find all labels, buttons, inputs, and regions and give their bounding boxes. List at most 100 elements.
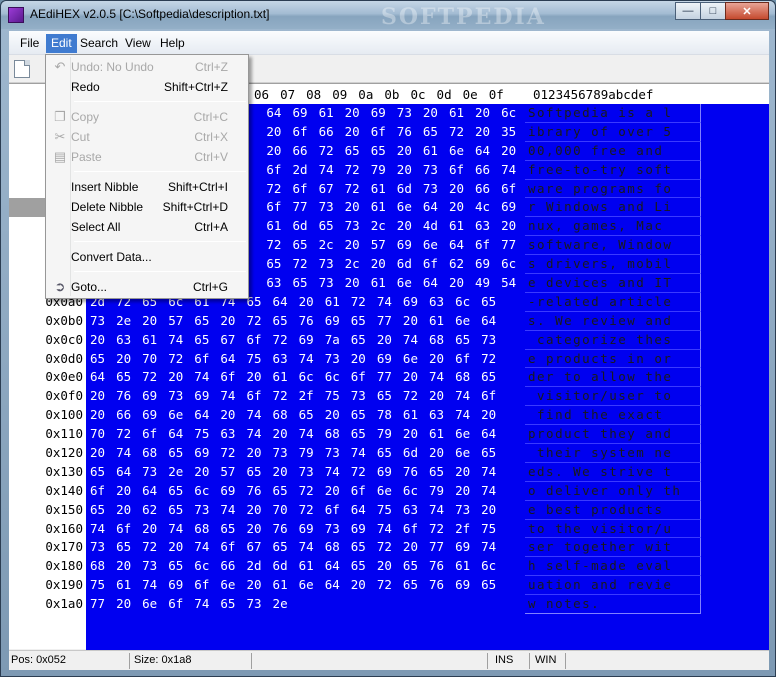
row-ascii[interactable]: Softpedia is a l <box>525 104 701 123</box>
row-ascii[interactable]: o deliver only th <box>525 481 701 501</box>
hex-row[interactable]: 0x110 70 72 6f 64 75 63 74 20 74 68 65 79… <box>9 425 769 445</box>
row-ascii[interactable]: product they and <box>525 425 701 445</box>
menu-item-cut[interactable]: ✂ Cut Ctrl+X <box>48 127 246 147</box>
menu-view[interactable]: View <box>120 34 156 53</box>
row-ascii[interactable]: their system ne <box>525 444 701 463</box>
hex-row[interactable]: 0x100 20 66 69 6e 64 20 74 68 65 20 65 78… <box>9 406 769 426</box>
ascii-column-header: 0123456789abcdef <box>533 87 654 102</box>
row-ascii[interactable]: -related article <box>525 292 701 312</box>
row-offset: 0x140 <box>45 482 83 498</box>
row-ascii[interactable]: r Windows and Li <box>525 198 701 218</box>
row-hex-bytes[interactable]: 77 20 6e 6f 74 65 73 2e <box>90 595 288 614</box>
hex-row[interactable]: 0x120 20 74 68 65 69 72 20 73 79 73 74 65… <box>9 444 769 463</box>
row-hex-bytes[interactable]: 20 74 68 65 69 72 20 73 79 73 74 65 6d 2… <box>90 444 496 463</box>
menu-item-convert-data[interactable]: Convert Data... <box>48 247 246 267</box>
hex-row[interactable]: 0x140 6f 20 64 65 6c 69 76 65 72 20 6f 6e… <box>9 481 769 501</box>
row-offset: 0x1a0 <box>45 596 83 612</box>
row-hex-bytes[interactable]: 65 20 62 65 73 74 20 70 72 6f 64 75 63 7… <box>90 501 496 520</box>
menu-item-shortcut: Shift+Ctrl+D <box>162 200 228 214</box>
new-file-icon[interactable] <box>14 60 30 78</box>
menu-item-goto[interactable]: ➲ Goto... Ctrl+G <box>48 277 246 297</box>
row-ascii[interactable]: software, Window <box>525 236 701 256</box>
hex-row[interactable]: 0x180 68 20 73 65 6c 66 2d 6d 61 64 65 20… <box>9 557 769 577</box>
menu-item-shortcut: Ctrl+C <box>193 110 228 124</box>
hex-row[interactable]: 0x170 73 65 72 20 74 6f 67 65 74 68 65 72… <box>9 538 769 558</box>
hex-row[interactable]: 0x0f0 20 76 69 73 69 74 6f 72 2f 75 73 65… <box>9 387 769 407</box>
row-ascii[interactable]: h self-made eval <box>525 557 701 577</box>
hex-row[interactable]: 0x0b0 73 2e 20 57 65 20 72 65 76 69 65 77… <box>9 311 769 331</box>
menu-item-label: Paste <box>71 150 102 164</box>
row-ascii[interactable]: to the visitor/u <box>525 519 701 539</box>
hex-row[interactable]: 0x1a0 77 20 6e 6f 74 65 73 2e w notes. <box>9 595 769 615</box>
menu-item-label: Cut <box>71 130 90 144</box>
menu-file[interactable]: File <box>15 34 44 53</box>
copy-icon: ❐ <box>54 109 66 124</box>
row-offset: 0x130 <box>45 463 83 479</box>
row-ascii[interactable]: e best products <box>525 500 701 520</box>
hex-row[interactable]: 0x190 75 61 74 69 6f 6e 20 61 6e 64 20 72… <box>9 576 769 596</box>
menu-item-undo[interactable]: ↶ Undo: No Undo Ctrl+Z <box>48 57 246 77</box>
close-button[interactable]: ✕ <box>725 2 769 20</box>
hex-row[interactable]: 0x0d0 65 20 70 72 6f 64 75 63 74 73 20 69… <box>9 349 769 369</box>
row-ascii[interactable]: nux, games, Mac <box>525 217 701 237</box>
menu-item-copy[interactable]: ❐ Copy Ctrl+C <box>48 107 246 127</box>
menu-item-select-all[interactable]: Select All Ctrl+A <box>48 217 246 237</box>
row-offset: 0x0f0 <box>45 388 83 404</box>
row-hex-bytes[interactable]: 75 61 74 69 6f 6e 20 61 6e 64 20 72 65 7… <box>90 576 496 595</box>
hex-row[interactable]: 0x0e0 64 65 72 20 74 6f 20 61 6c 6c 6f 77… <box>9 368 769 388</box>
hex-row[interactable]: 0x0c0 20 63 61 74 65 67 6f 72 69 7a 65 20… <box>9 330 769 350</box>
menu-edit[interactable]: Edit <box>46 34 77 53</box>
row-ascii[interactable]: uation and revie <box>525 576 701 596</box>
row-ascii[interactable]: free-to-try soft <box>525 160 701 180</box>
row-hex-bytes[interactable]: 6f 20 64 65 6c 69 76 65 72 20 6f 6e 6c 7… <box>90 482 496 501</box>
app-icon[interactable] <box>8 7 24 23</box>
hex-row[interactable]: 0x160 74 6f 20 74 68 65 20 76 69 73 69 74… <box>9 519 769 539</box>
title-bar[interactable]: AEdiHEX v2.0.5 [C:\Softpedia\description… <box>1 1 775 30</box>
row-hex-bytes[interactable]: 65 20 70 72 6f 64 75 63 74 73 20 69 6e 2… <box>90 350 496 369</box>
menu-item-paste[interactable]: ▤ Paste Ctrl+V <box>48 147 246 167</box>
cut-icon: ✂ <box>54 129 66 144</box>
hex-row[interactable]: 0x150 65 20 62 65 73 74 20 70 72 6f 64 75… <box>9 500 769 520</box>
row-hex-bytes[interactable]: 68 20 73 65 6c 66 2d 6d 61 64 65 20 65 7… <box>90 557 496 576</box>
row-ascii[interactable]: der to allow the <box>525 368 701 388</box>
row-hex-bytes[interactable]: 74 6f 20 74 68 65 20 76 69 73 69 74 6f 7… <box>90 520 496 539</box>
row-hex-bytes[interactable]: 73 65 72 20 74 6f 67 65 74 68 65 72 20 7… <box>90 538 496 557</box>
menu-search[interactable]: Search <box>75 34 123 53</box>
minimize-button[interactable]: — <box>675 2 701 20</box>
row-ascii[interactable]: w notes. <box>525 595 701 615</box>
row-ascii[interactable]: visitor/user to <box>525 387 701 407</box>
hex-row[interactable]: 0x130 65 64 73 2e 20 57 65 20 73 74 72 69… <box>9 462 769 482</box>
menu-item-label: Redo <box>71 80 100 94</box>
row-hex-bytes[interactable]: 20 66 69 6e 64 20 74 68 65 20 65 78 61 6… <box>90 406 496 425</box>
menu-item-delete-nibble[interactable]: Delete Nibble Shift+Ctrl+D <box>48 197 246 217</box>
row-ascii[interactable]: ser together wit <box>525 538 701 558</box>
menu-item-label: Delete Nibble <box>71 200 144 214</box>
row-ascii[interactable]: categorize thes <box>525 330 701 350</box>
row-offset: 0x0e0 <box>45 369 83 385</box>
row-ascii[interactable]: e devices and IT <box>525 274 701 293</box>
row-hex-bytes[interactable]: 73 2e 20 57 65 20 72 65 76 69 65 77 20 6… <box>90 312 496 331</box>
menu-item-shortcut: Ctrl+X <box>194 130 228 144</box>
row-ascii[interactable]: s. We review and <box>525 311 701 331</box>
menu-help[interactable]: Help <box>155 34 190 53</box>
row-hex-bytes[interactable]: 70 72 6f 64 75 63 74 20 74 68 65 79 20 6… <box>90 425 496 444</box>
row-ascii[interactable]: 00,000 free and <box>525 141 701 161</box>
menu-item-label: Goto... <box>71 280 108 294</box>
row-hex-bytes[interactable]: 20 76 69 73 69 74 6f 72 2f 75 73 65 72 2… <box>90 387 496 406</box>
row-ascii[interactable]: find the exact <box>525 406 701 426</box>
maximize-button[interactable]: □ <box>700 2 726 20</box>
row-ascii[interactable]: ibrary of over 5 <box>525 122 701 142</box>
row-offset: 0x150 <box>45 501 83 517</box>
row-hex-bytes[interactable]: 65 64 73 2e 20 57 65 20 73 74 72 69 76 6… <box>90 463 496 482</box>
row-ascii[interactable]: e products in or <box>525 349 701 369</box>
menu-item-insert-nibble[interactable]: Insert Nibble Shift+Ctrl+I <box>48 177 246 197</box>
row-ascii[interactable]: eds. We strive t <box>525 462 701 482</box>
row-ascii[interactable]: ware programs fo <box>525 179 701 199</box>
row-offset: 0x0c0 <box>45 331 83 347</box>
row-ascii[interactable]: s drivers, mobil <box>525 255 701 275</box>
row-hex-bytes[interactable]: 64 65 72 20 74 6f 20 61 6c 6c 6f 77 20 7… <box>90 368 496 387</box>
window-title: AEdiHEX v2.0.5 [C:\Softpedia\description… <box>30 7 270 21</box>
menu-item-redo[interactable]: Redo Shift+Ctrl+Z <box>48 77 246 97</box>
row-hex-bytes[interactable]: 20 63 61 74 65 67 6f 72 69 7a 65 20 74 6… <box>90 331 496 350</box>
row-offset: 0x180 <box>45 558 83 574</box>
